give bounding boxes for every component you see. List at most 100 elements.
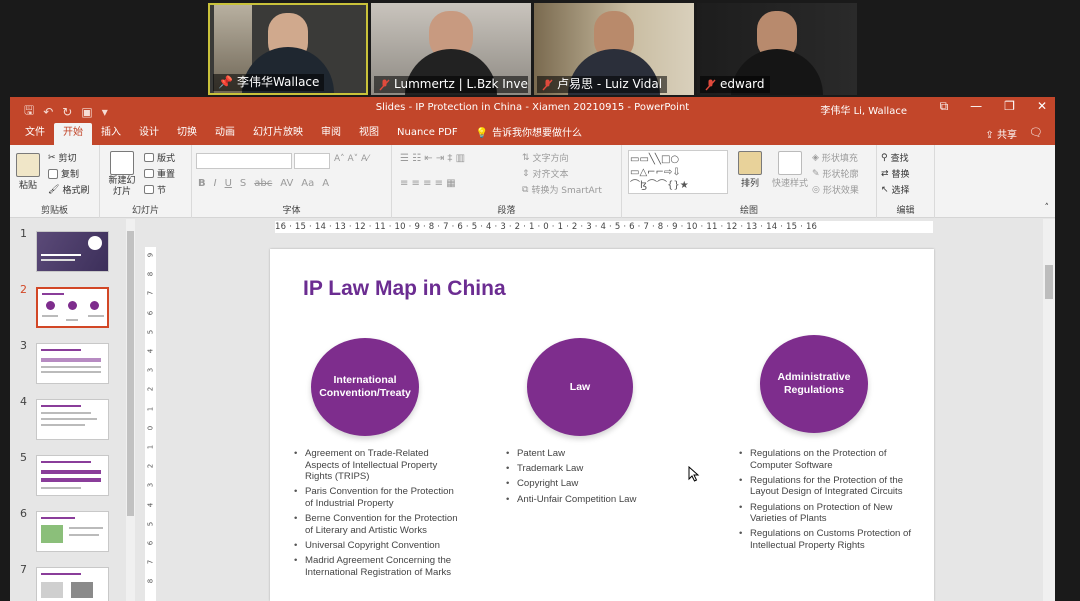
- tab-view[interactable]: 视图: [350, 123, 388, 145]
- slide-thumbnail-selected[interactable]: [36, 287, 109, 328]
- copy-button[interactable]: 复制: [48, 167, 79, 180]
- font-size-buttons[interactable]: A˄ A˅ A⁄: [334, 154, 369, 164]
- align-text-button[interactable]: ⇕ 对齐文本: [522, 167, 569, 181]
- italic-button[interactable]: I: [214, 178, 217, 189]
- text-direction-button[interactable]: ⇅ 文字方向: [522, 151, 569, 165]
- slide-canvas[interactable]: IP Law Map in China International Conven…: [270, 249, 934, 601]
- participant-name: Lummertz | L.Bzk Inves...: [374, 76, 528, 93]
- cut-button[interactable]: ✂ 剪切: [48, 151, 77, 165]
- regulations-list[interactable]: Regulations on the Protection of Compute…: [739, 448, 914, 555]
- tab-insert[interactable]: 插入: [92, 123, 130, 145]
- font-name-input[interactable]: [196, 153, 292, 169]
- tab-transitions[interactable]: 切换: [168, 123, 206, 145]
- shape-outline-button[interactable]: ✎ 形状轮廓: [812, 167, 859, 181]
- layout-icon: [144, 153, 154, 162]
- paint-bucket-icon: ◈: [812, 152, 819, 163]
- char-spacing-icon[interactable]: AV: [280, 178, 293, 189]
- restore-button[interactable]: ❐: [1004, 99, 1015, 114]
- new-slide-icon: [110, 151, 134, 175]
- effects-icon: ◎: [812, 184, 820, 195]
- tab-file[interactable]: 文件: [16, 123, 54, 145]
- underline-button[interactable]: U: [225, 178, 232, 189]
- thumbnail-number: 5: [20, 451, 27, 464]
- cursor-icon: ↖: [881, 184, 889, 195]
- circle-international-convention[interactable]: International Convention/Treaty: [311, 338, 419, 436]
- slide-thumbnail[interactable]: [36, 567, 109, 601]
- circle-administrative-regulations[interactable]: Administrative Regulations: [760, 335, 868, 433]
- change-case-icon[interactable]: Aa: [301, 178, 314, 189]
- ribbon-tabs: 文件 开始 插入 设计 切换 动画 幻灯片放映 审阅 视图 Nuance PDF…: [10, 121, 1055, 145]
- ruler-tick-label: 2: [146, 463, 155, 469]
- layout-button[interactable]: 版式: [144, 151, 175, 164]
- shapes-gallery[interactable]: ▭▭╲╲□○ ▭△⌐⌐⇨⇩ ⌒ɮ⌒⌒{}★: [628, 150, 728, 194]
- slide-thumbnail[interactable]: [36, 399, 109, 440]
- thumbnail-number: 3: [20, 339, 27, 352]
- smartart-button[interactable]: ⧉ 转换为 SmartArt: [522, 183, 602, 197]
- quick-styles-button[interactable]: 快速样式: [772, 151, 808, 189]
- slide-thumbnail[interactable]: [36, 231, 109, 272]
- font-size-input[interactable]: [294, 153, 330, 169]
- replace-icon: ⇄: [881, 168, 889, 179]
- circle-law[interactable]: Law: [527, 338, 633, 436]
- list-buttons[interactable]: ☰ ☷ ⇤ ⇥ ‡ ▥: [400, 153, 465, 164]
- mic-muted-icon: [705, 79, 716, 91]
- participant-name: edward: [700, 76, 770, 93]
- treaty-list[interactable]: Agreement on Trade-Related Aspects of In…: [294, 448, 464, 582]
- minimize-button[interactable]: —: [970, 99, 982, 114]
- clipboard-group-label: 剪贴板: [40, 206, 68, 216]
- list-item: Regulations on Protection of New Varieti…: [739, 502, 914, 525]
- pin-icon: 📌: [218, 75, 233, 89]
- participant-tile[interactable]: 卢易思 - Luiz Vidal: [534, 3, 694, 95]
- arrange-button[interactable]: 排列: [738, 151, 762, 189]
- shape-effects-button[interactable]: ◎ 形状效果: [812, 183, 859, 197]
- thumbnails-scrollbar[interactable]: [126, 219, 135, 601]
- select-button[interactable]: ↖ 选择: [881, 183, 910, 197]
- ribbon-display-options-icon[interactable]: ⧉: [940, 99, 949, 114]
- thumbnail-number: 1: [20, 227, 27, 240]
- reset-button[interactable]: 重置: [144, 167, 175, 180]
- slide-thumbnail[interactable]: [36, 343, 109, 384]
- shadow-button[interactable]: S: [240, 178, 246, 189]
- tab-slideshow[interactable]: 幻灯片放映: [244, 123, 312, 145]
- main-scrollbar[interactable]: [1043, 219, 1055, 601]
- tab-design[interactable]: 设计: [130, 123, 168, 145]
- bold-button[interactable]: B: [198, 178, 206, 189]
- law-list[interactable]: Patent Law Trademark Law Copyright Law A…: [506, 448, 676, 509]
- share-button[interactable]: ⇪ 共享: [985, 126, 1017, 141]
- close-button[interactable]: ✕: [1037, 99, 1047, 114]
- participant-tile[interactable]: edward: [697, 3, 857, 95]
- list-item: Patent Law: [506, 448, 676, 460]
- tab-nuance-pdf[interactable]: Nuance PDF: [388, 123, 467, 145]
- format-painter-button[interactable]: 🖌 格式刷: [48, 183, 89, 197]
- tab-animations[interactable]: 动画: [206, 123, 244, 145]
- comments-icon[interactable]: 🗨: [1029, 126, 1043, 139]
- section-button[interactable]: 节: [144, 183, 166, 196]
- strikethrough-button[interactable]: abc: [254, 178, 272, 189]
- slide-thumbnail[interactable]: [36, 511, 109, 552]
- tab-home[interactable]: 开始: [54, 123, 92, 145]
- slide-title[interactable]: IP Law Map in China: [303, 277, 506, 301]
- participant-tile[interactable]: 📌 李伟华Wallace: [208, 3, 368, 95]
- new-slide-button[interactable]: 新建幻灯片: [108, 151, 136, 198]
- paste-button[interactable]: 粘贴: [16, 153, 40, 191]
- tab-review[interactable]: 审阅: [312, 123, 350, 145]
- copy-icon: [48, 168, 58, 179]
- scissors-icon: ✂: [48, 152, 56, 163]
- participant-strip: 📌 李伟华Wallace Lummertz | L.Bzk Inves... 卢…: [0, 0, 1080, 97]
- ruler-tick-label: 7: [146, 559, 155, 565]
- mouse-pointer-icon: [688, 466, 700, 482]
- ruler-tick-label: 4: [146, 348, 155, 354]
- participant-tile[interactable]: Lummertz | L.Bzk Inves...: [371, 3, 531, 95]
- ruler-tick-label: 5: [146, 329, 155, 335]
- tell-me-search[interactable]: 💡 告诉我你想要做什么: [467, 123, 591, 145]
- align-buttons[interactable]: ≡ ≡ ≡ ≡ ▦: [400, 178, 456, 189]
- mic-muted-icon: [379, 79, 390, 91]
- account-name[interactable]: 李伟华 Li, Wallace: [820, 102, 907, 117]
- replace-button[interactable]: ⇄ 替换: [881, 167, 910, 181]
- shape-fill-button[interactable]: ◈ 形状填充: [812, 151, 858, 165]
- clear-format-icon[interactable]: A: [322, 178, 329, 189]
- pen-icon: ✎: [812, 168, 820, 179]
- collapse-ribbon-icon[interactable]: ˄: [1045, 203, 1050, 213]
- find-button[interactable]: ⚲ 查找: [881, 151, 909, 165]
- slide-thumbnail[interactable]: [36, 455, 109, 496]
